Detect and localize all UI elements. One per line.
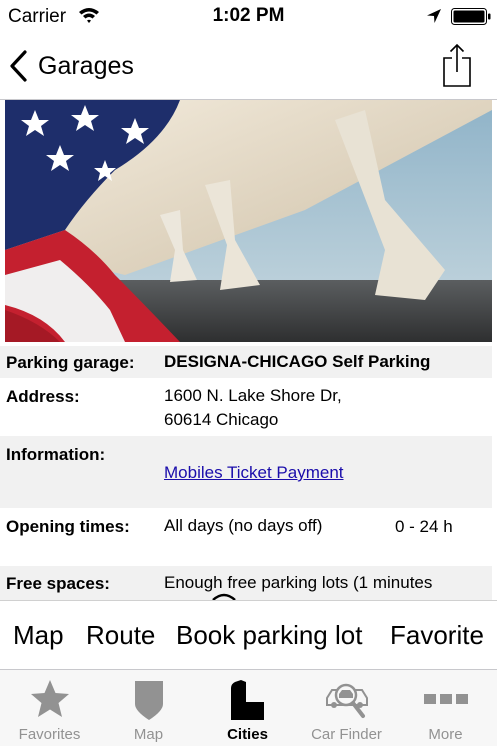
navigation-bar: Garages [0,32,497,100]
book-parking-lot-button[interactable]: Book parking lot [176,620,362,651]
tab-map[interactable]: Map [99,670,198,746]
tab-favorites[interactable]: Favorites [0,670,99,746]
tab-car-finder[interactable]: Car Finder [297,670,396,746]
tab-car-finder-label: Car Finder [311,726,382,743]
location-arrow-icon [427,9,441,23]
information-row: Information: Mobiles Ticket Payment [0,436,492,508]
garage-photo [5,100,492,342]
opening-times-row: Opening times: All days (no days off) 0 … [0,508,492,566]
chevron-left-icon [10,50,27,82]
more-icon [424,694,468,704]
free-spaces-value: Enough free parking lots (1 minutes [164,573,433,592]
tab-cities[interactable]: Cities [198,670,297,746]
opening-times-label: Opening times: [6,517,130,536]
route-button[interactable]: Route [86,620,155,651]
free-spaces-row: Free spaces: Enough free parking lots (1… [0,566,492,600]
tab-more[interactable]: More [396,670,495,746]
battery-icon [451,8,491,25]
free-spaces-label: Free spaces: [6,574,110,593]
tab-favorites-label: Favorites [18,726,81,743]
back-button[interactable]: Garages [8,44,134,88]
tab-bar: Favorites Map Cities Car Finder More [0,670,497,746]
back-label: Garages [38,51,134,80]
tab-cities-label: Cities [227,726,268,743]
star-icon [31,680,69,717]
tab-more-label: More [428,726,463,743]
parking-garage-row: Parking garage: DESIGNA-CHICAGO Self Par… [0,346,492,378]
tab-map-label: Map [133,726,164,743]
parking-garage-label: Parking garage: [6,353,135,372]
status-bar: Carrier 1:02 PM [0,0,497,32]
clock: 1:02 PM [212,5,285,26]
pin-icon [135,681,163,720]
mobile-ticket-payment-link[interactable]: Mobiles Ticket Payment [164,461,344,485]
share-icon[interactable] [440,42,474,88]
information-label: Information: [6,445,106,464]
address-line-1: 1600 N. Lake Shore Dr, [164,386,342,405]
parking-garage-value: DESIGNA-CHICAGO Self Parking [164,352,431,371]
address-label: Address: [6,387,80,406]
opening-times-value: All days (no days off) [164,516,323,535]
opening-hours-value: 0 - 24 h [395,517,453,536]
action-bar: Map Route Book parking lot Favorite [0,600,497,670]
garage-details: Parking garage: DESIGNA-CHICAGO Self Par… [0,346,497,600]
car-finder-icon [326,683,368,718]
favorite-button[interactable]: Favorite [390,620,484,651]
address-line-2: 60614 Chicago [164,410,279,429]
address-row: Address: 1600 N. Lake Shore Dr, 60614 Ch… [0,378,492,436]
garage-photo-image [5,100,492,342]
map-button[interactable]: Map [13,620,64,651]
city-icon [231,680,264,720]
